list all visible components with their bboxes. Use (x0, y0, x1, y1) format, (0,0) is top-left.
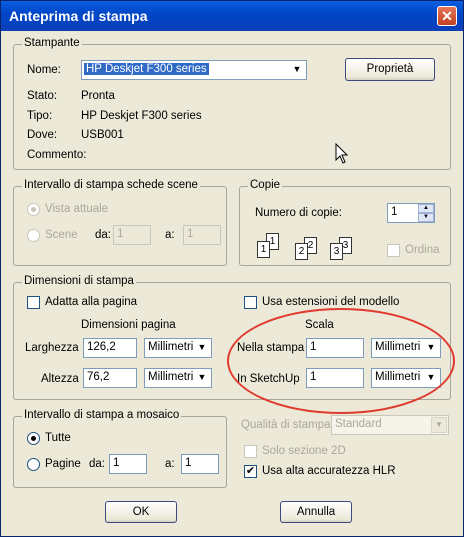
quality-select[interactable]: Standard ▼ (331, 415, 449, 435)
status-label: Stato: (27, 90, 58, 102)
scene-to-label: a: (165, 229, 175, 241)
tiled-from-input[interactable]: 1 (109, 454, 147, 474)
window-title: Anteprima di stampa (9, 8, 148, 24)
in-print-label: Nella stampa (237, 342, 305, 354)
tiled-range-legend: Intervallo di stampa a mosaico (22, 409, 182, 421)
tiled-to-label: a: (165, 458, 175, 470)
print-dimensions-legend: Dimensioni di stampa (22, 275, 136, 287)
height-unit-select[interactable]: Millimetri ▼ (144, 368, 212, 388)
width-label: Larghezza (25, 342, 79, 354)
chevron-down-icon[interactable]: ▼ (423, 340, 439, 356)
scenes-label: Scene (45, 229, 78, 241)
print-preview-dialog: Anteprima di stampa ✕ Stampante Nome: HP… (0, 0, 464, 537)
collate-page: 2 (295, 243, 308, 260)
where-value: USB001 (81, 129, 124, 141)
current-view-label: Vista attuale (45, 203, 109, 215)
scene-to-input[interactable]: 1 (183, 225, 221, 245)
all-pages-label: Tutte (45, 432, 71, 444)
status-value: Pronta (81, 90, 115, 102)
in-print-input[interactable]: 1 (306, 338, 364, 358)
ok-button[interactable]: OK (105, 501, 177, 523)
only-2d-label: Solo sezione 2D (262, 445, 346, 457)
fit-page-label: Adatta alla pagina (45, 296, 138, 308)
all-pages-radio[interactable] (27, 432, 40, 445)
chevron-down-icon[interactable]: ▼ (423, 370, 439, 386)
width-unit-select[interactable]: Millimetri ▼ (144, 338, 212, 358)
type-label: Tipo: (27, 110, 53, 122)
hlr-label: Usa alta accuratezza HLR (262, 465, 396, 477)
tiled-range-group: Intervallo di stampa a mosaico (13, 409, 227, 488)
cancel-button[interactable]: Annulla (280, 501, 352, 523)
where-label: Dove: (27, 129, 58, 141)
current-view-radio[interactable] (27, 203, 40, 216)
pages-radio[interactable] (27, 458, 40, 471)
fit-page-checkbox[interactable] (27, 296, 40, 309)
page-dims-header: Dimensioni pagina (81, 319, 176, 331)
chevron-down-icon[interactable]: ▼ (194, 340, 210, 356)
copies-count-label: Numero di copie: (255, 207, 342, 219)
scale-header: Scala (305, 319, 334, 331)
chevron-down-icon[interactable]: ▼ (194, 370, 210, 386)
chevron-down-icon[interactable]: ▼ (289, 62, 305, 78)
in-print-unit-select[interactable]: Millimetri ▼ (371, 338, 441, 358)
copies-spin-up[interactable]: ▲ (418, 204, 434, 213)
chevron-down-icon[interactable]: ▼ (431, 417, 447, 433)
copies-legend: Copie (248, 179, 283, 191)
scene-from-label: da: (95, 229, 111, 241)
type-value: HP Deskjet F300 series (81, 110, 202, 122)
printer-name-select[interactable]: HP Deskjet F300 series ▼ (81, 60, 307, 80)
scene-range-legend: Intervallo di stampa schede scene (22, 179, 200, 191)
pages-label: Pagine (45, 458, 81, 470)
collate-label: Ordina (405, 244, 440, 256)
properties-button[interactable]: Proprietà (345, 58, 435, 81)
mouse-cursor-icon (335, 143, 349, 164)
in-sketchup-label: In SketchUp (237, 373, 300, 385)
in-sketchup-input[interactable]: 1 (306, 368, 364, 388)
printer-name-value: HP Deskjet F300 series (84, 63, 209, 75)
quality-label: Qualità di stampa (241, 419, 331, 431)
width-input[interactable]: 126,2 (83, 338, 137, 358)
hlr-checkbox[interactable]: ✔ (244, 465, 257, 478)
in-print-unit-value: Millimetri (375, 341, 421, 353)
width-unit-value: Millimetri (148, 341, 194, 353)
tiled-to-input[interactable]: 1 (181, 454, 219, 474)
in-sketchup-unit-select[interactable]: Millimetri ▼ (371, 368, 441, 388)
scene-from-input[interactable]: 1 (113, 225, 151, 245)
close-button[interactable]: ✕ (437, 6, 457, 26)
model-extents-label: Usa estensioni del modello (262, 296, 400, 308)
comment-label: Commento: (27, 149, 87, 161)
collate-checkbox[interactable] (387, 244, 400, 257)
collate-page: 1 (257, 241, 270, 258)
scenes-radio[interactable] (27, 229, 40, 242)
quality-value: Standard (335, 418, 382, 430)
model-extents-checkbox[interactable] (244, 296, 257, 309)
height-input[interactable]: 76,2 (83, 368, 137, 388)
tiled-from-label: da: (89, 458, 105, 470)
printer-legend: Stampante (22, 37, 82, 49)
only-2d-checkbox[interactable] (244, 445, 257, 458)
height-label: Altezza (41, 373, 79, 385)
height-unit-value: Millimetri (148, 371, 194, 383)
printer-name-label: Nome: (27, 64, 61, 76)
title-bar[interactable]: Anteprima di stampa ✕ (1, 1, 463, 31)
in-sketchup-unit-value: Millimetri (375, 371, 421, 383)
collate-page: 3 (330, 243, 343, 260)
copies-spin-down[interactable]: ▼ (418, 213, 434, 222)
